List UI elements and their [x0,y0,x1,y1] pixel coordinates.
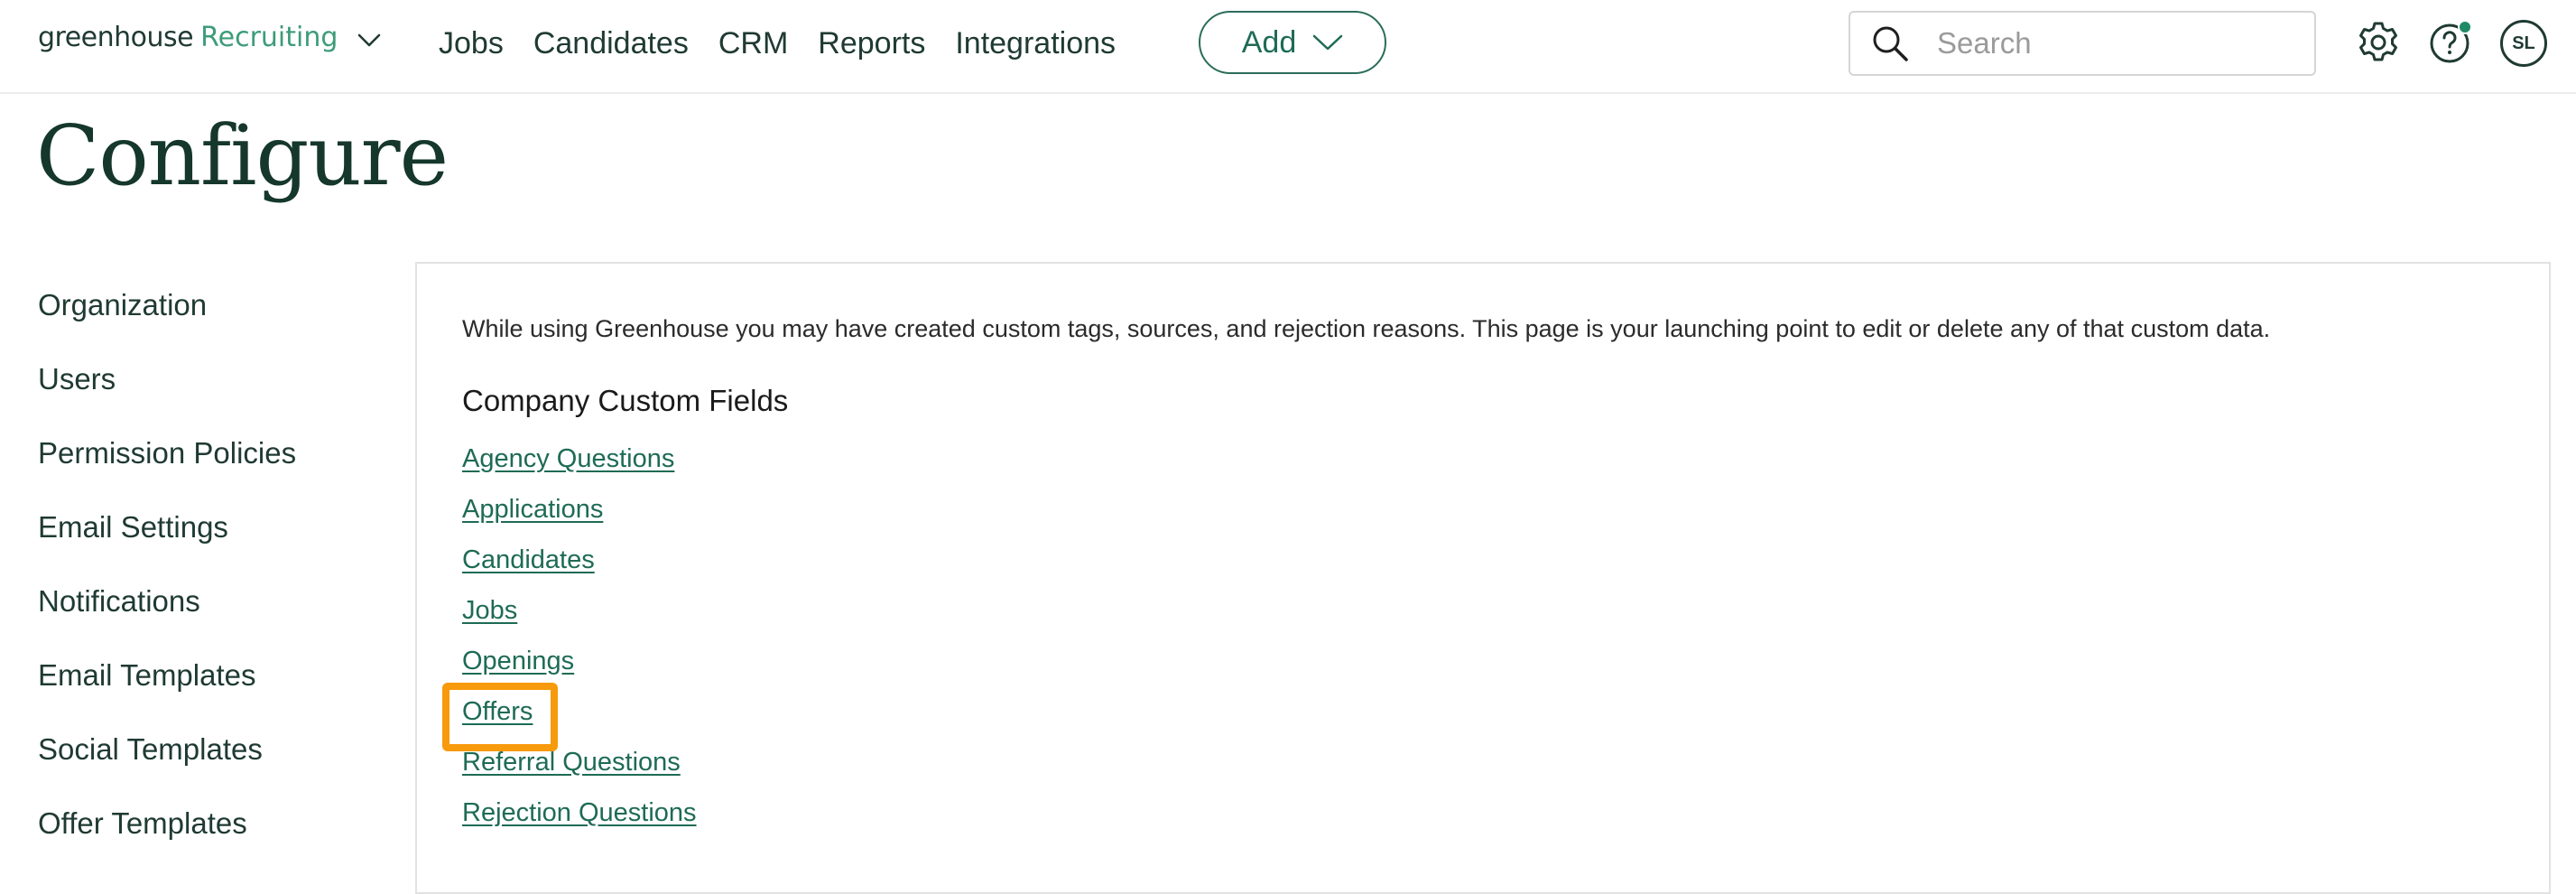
add-button-label: Add [1241,24,1297,60]
link-rejection-questions[interactable]: Rejection Questions [462,795,697,845]
nav-candidates[interactable]: Candidates [533,23,689,63]
logo-brand: greenhouse [38,22,194,53]
nav-reports[interactable]: Reports [818,23,925,63]
chevron-down-icon [1313,34,1343,51]
sidebar-item-social-templates[interactable]: Social Templates [38,730,296,804]
link-offers[interactable]: Offers [462,694,697,744]
chevron-down-icon [358,33,381,46]
sidebar-item-offer-templates[interactable]: Offer Templates [38,804,296,878]
sidebar-item-permission-policies[interactable]: Permission Policies [38,433,296,508]
nav-integrations[interactable]: Integrations [955,23,1116,63]
section-title: Company Custom Fields [462,384,789,417]
help-icon[interactable] [2428,20,2473,65]
nav-crm[interactable]: CRM [718,23,788,63]
custom-field-links: Agency Questions Applications Candidates… [462,441,697,845]
nav-jobs[interactable]: Jobs [439,23,504,63]
top-navigation-bar: greenhouse Recruiting Jobs Candidates CR… [0,0,2576,94]
search-icon [1873,26,1908,61]
add-button[interactable]: Add [1199,11,1386,74]
sidebar-item-organization[interactable]: Organization [38,285,296,359]
link-agency-questions[interactable]: Agency Questions [462,441,697,491]
sidebar-item-email-settings[interactable]: Email Settings [38,508,296,582]
intro-text: While using Greenhouse you may have crea… [462,315,2271,342]
main-nav: Jobs Candidates CRM Reports Integrations [439,23,1145,63]
logo-product: Recruiting [200,22,338,53]
link-jobs[interactable]: Jobs [462,592,697,643]
gear-icon[interactable] [2356,20,2401,65]
sidebar-item-users[interactable]: Users [38,359,296,433]
link-candidates[interactable]: Candidates [462,542,697,592]
link-applications[interactable]: Applications [462,491,697,542]
sidebar-item-notifications[interactable]: Notifications [38,582,296,656]
sidebar-item-email-templates[interactable]: Email Templates [38,656,296,730]
notification-dot [2458,20,2472,34]
avatar[interactable]: SL [2500,20,2547,67]
product-switcher[interactable]: greenhouse Recruiting [38,22,381,53]
configure-sidebar: Organization Users Permission Policies E… [38,285,296,878]
search-box [1849,11,2316,76]
page-title: Configure [36,107,449,204]
search-input[interactable] [1935,25,2300,61]
link-openings[interactable]: Openings [462,643,697,694]
custom-fields-panel: While using Greenhouse you may have crea… [415,262,2551,894]
link-referral-questions[interactable]: Referral Questions [462,744,697,795]
